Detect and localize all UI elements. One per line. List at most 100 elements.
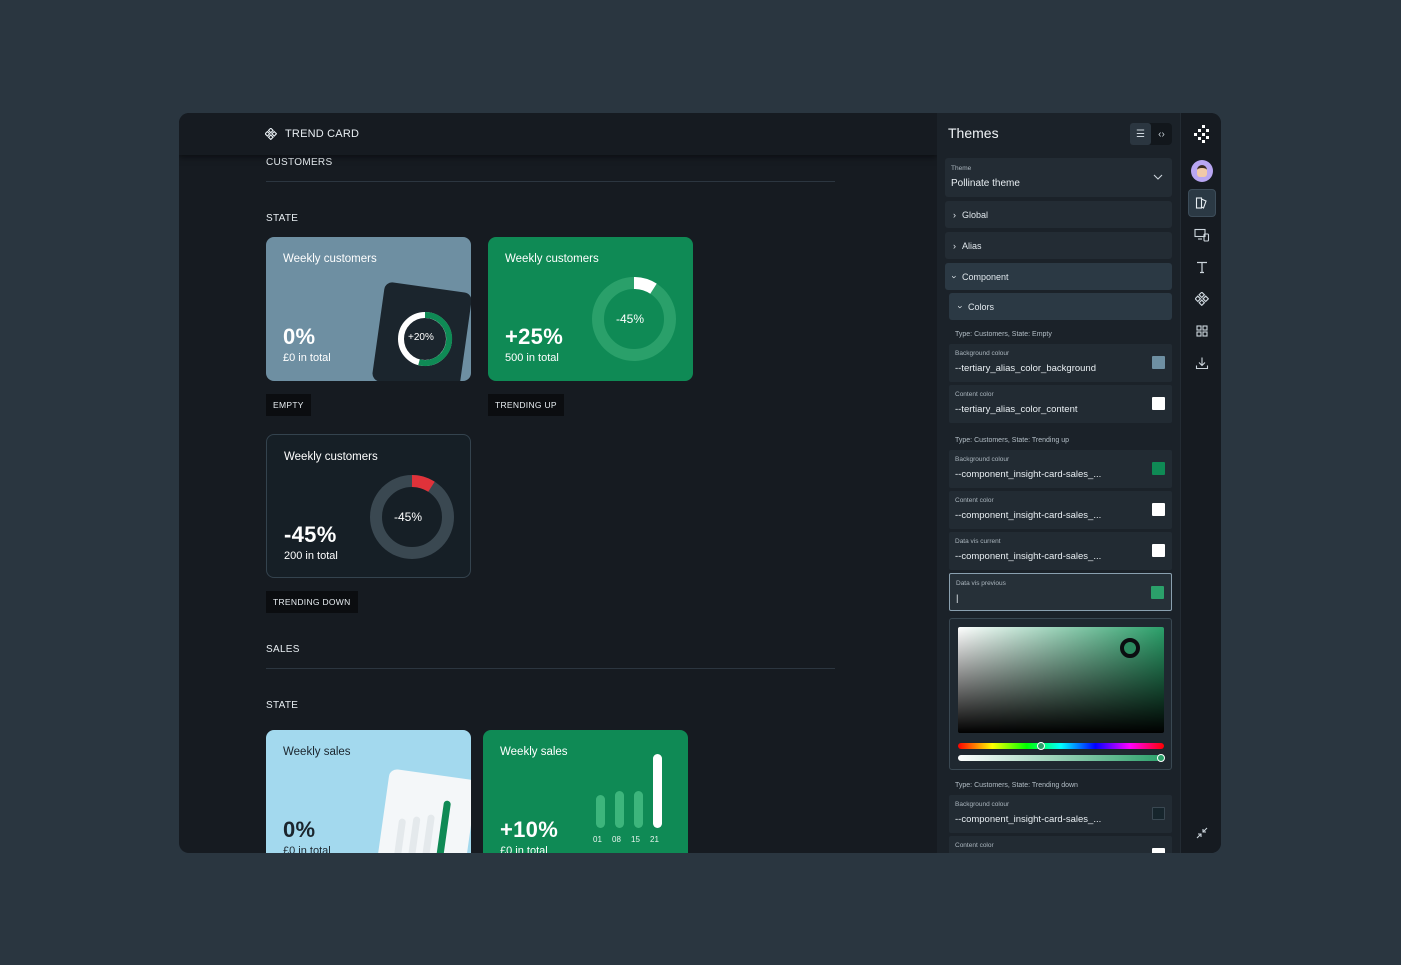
sales-bar: [596, 795, 605, 828]
typography-icon[interactable]: [1188, 253, 1216, 281]
color-swatch[interactable]: [1152, 807, 1165, 820]
insight-card-empty[interactable]: Weekly customers +20% 0% £0 in total: [266, 237, 471, 381]
ring-label: -45%: [616, 312, 645, 326]
color-field[interactable]: Background colour --component_insight-ca…: [949, 795, 1172, 833]
sales-card-empty[interactable]: Weekly sales 0% £0 in total: [266, 730, 471, 853]
devices-icon[interactable]: [1188, 221, 1216, 249]
field-value: --component_insight-card-sales_...: [955, 469, 1102, 480]
insight-card-trending-down[interactable]: Weekly customers -45% -45% 200 in total: [266, 434, 471, 578]
chevron-down-icon: ›: [949, 275, 960, 278]
field-label: Background colour: [955, 456, 1010, 463]
field-label: Content color: [955, 842, 994, 849]
field-label: Background colour: [955, 801, 1010, 808]
color-swatch[interactable]: [1152, 462, 1165, 475]
panel-title: Themes: [948, 125, 999, 141]
card-subtitle: £0 in total: [500, 845, 548, 853]
state-label: STATE: [266, 700, 299, 711]
state-tag: TRENDING UP: [488, 394, 564, 416]
chevron-right-icon: ›: [953, 209, 956, 220]
card-subtitle: 200 in total: [284, 550, 338, 562]
accordion-label: Alias: [962, 240, 982, 251]
color-field[interactable]: Content color --component_insight-card-s…: [949, 491, 1172, 529]
card-title: Weekly customers: [505, 253, 599, 265]
download-icon[interactable]: [1188, 349, 1216, 377]
code-view-icon[interactable]: ‹›: [1151, 123, 1172, 145]
sales-bar-label: 01: [593, 835, 602, 844]
alpha-slider[interactable]: [958, 755, 1164, 761]
chevron-down-icon: ›: [955, 305, 966, 308]
color-field[interactable]: Background colour --component_insight-ca…: [949, 450, 1172, 488]
card-subtitle: £0 in total: [283, 845, 331, 853]
sales-bar-label: 08: [612, 835, 621, 844]
group-label: Type: Customers, State: Empty: [955, 331, 1052, 338]
field-value: --tertiary_alias_color_content: [955, 404, 1078, 415]
insight-card-trending-up[interactable]: Weekly customers -45% +25% 500 in total: [488, 237, 693, 381]
state-tag: EMPTY: [266, 394, 311, 416]
color-swatch[interactable]: [1152, 356, 1165, 369]
themes-panel: Themes ☰ ‹› Theme Pollinate theme › Globa…: [937, 113, 1180, 853]
accordion-component[interactable]: › Component: [945, 263, 1172, 290]
card-title: Weekly sales: [500, 746, 568, 758]
field-label: Content color: [955, 391, 994, 398]
app-logo-icon: [1188, 120, 1216, 148]
state-label: STATE: [266, 213, 299, 224]
state-tag: TRENDING DOWN: [266, 591, 358, 613]
color-field[interactable]: Background colour --tertiary_alias_color…: [949, 344, 1172, 382]
card-value: -45%: [284, 522, 337, 547]
theme-select-value: Pollinate theme: [951, 178, 1020, 189]
color-swatch[interactable]: [1152, 503, 1165, 516]
card-value: +10%: [500, 817, 559, 842]
color-field[interactable]: Data vis current --component_insight-car…: [949, 532, 1172, 570]
color-picker-handle[interactable]: [1120, 638, 1140, 658]
color-field[interactable]: Content color: [949, 836, 1172, 853]
theme-select-label: Theme: [951, 165, 972, 172]
group-label: Type: Customers, State: Trending up: [955, 437, 1070, 444]
hue-slider-handle[interactable]: [1037, 742, 1045, 750]
themes-icon[interactable]: [1188, 189, 1216, 217]
component-title-label: TREND CARD: [285, 128, 360, 140]
sales-bar: [615, 791, 624, 828]
alpha-slider-handle[interactable]: [1157, 754, 1165, 762]
list-view-icon[interactable]: ☰: [1130, 123, 1151, 145]
ring-label: -45%: [394, 510, 423, 524]
color-swatch[interactable]: [1151, 586, 1164, 599]
ring-label: +20%: [408, 332, 434, 343]
accordion-label: Component: [962, 271, 1009, 282]
canvas-topbar: TREND CARD: [179, 113, 937, 155]
collapse-icon[interactable]: [1188, 819, 1216, 847]
card-subtitle: 500 in total: [505, 352, 559, 364]
sales-bar: [634, 791, 643, 828]
grid-icon[interactable]: [1188, 317, 1216, 345]
field-label: Data vis previous: [956, 580, 1006, 587]
sales-bar-label: 15: [631, 835, 640, 844]
accordion-global[interactable]: › Global: [945, 201, 1172, 228]
accordion-alias[interactable]: › Alias: [945, 232, 1172, 259]
hue-slider[interactable]: [958, 743, 1164, 749]
color-picker: [949, 618, 1172, 770]
color-swatch[interactable]: [1152, 397, 1165, 410]
field-value: --component_insight-card-sales_...: [955, 814, 1102, 825]
card-subtitle: £0 in total: [283, 352, 331, 364]
sales-card-trending-up[interactable]: Weekly sales 01 08 15 21 +10% £0 in total: [483, 730, 688, 853]
component-title: TREND CARD: [265, 128, 359, 140]
card-illustration: [374, 768, 471, 853]
field-value: --component_insight-card-sales_...: [955, 551, 1102, 562]
chevron-down-icon: [1153, 174, 1163, 180]
accordion-colors[interactable]: › Colors: [949, 293, 1172, 320]
preview-canvas: TREND CARD CUSTOMERS STATE Weekly custom…: [179, 113, 937, 853]
field-label: Data vis current: [955, 538, 1001, 545]
tool-rail: [1180, 113, 1221, 853]
field-value: --tertiary_alias_color_background: [955, 363, 1096, 374]
card-title: Weekly customers: [284, 451, 378, 463]
component-icon[interactable]: [1188, 285, 1216, 313]
color-field[interactable]: Content color --tertiary_alias_color_con…: [949, 385, 1172, 423]
color-field-active[interactable]: Data vis previous |: [949, 573, 1172, 611]
theme-select[interactable]: Theme Pollinate theme: [945, 158, 1172, 197]
field-value[interactable]: |: [956, 593, 958, 604]
accordion-label: Global: [962, 209, 989, 220]
sales-bar: [653, 754, 662, 828]
color-swatch[interactable]: [1152, 544, 1165, 557]
group-label: Type: Customers, State: Trending down: [955, 782, 1078, 789]
color-swatch[interactable]: [1152, 848, 1165, 853]
avatar[interactable]: [1188, 157, 1216, 185]
